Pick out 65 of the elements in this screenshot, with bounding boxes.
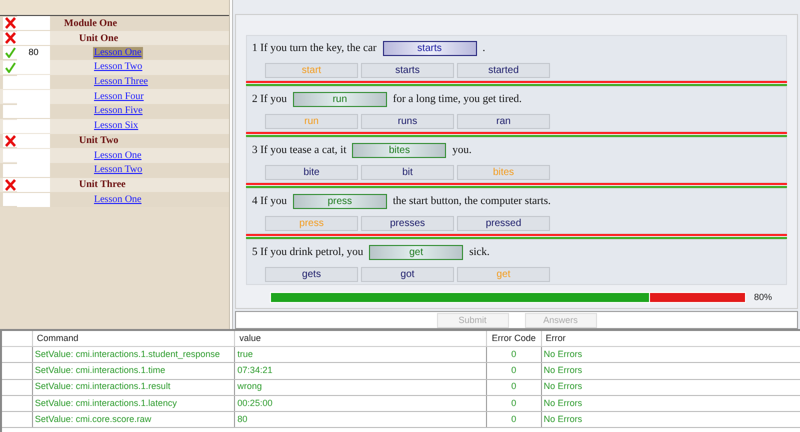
question-text: for a long time, you get tired. <box>392 92 522 107</box>
column-header[interactable]: Command <box>32 331 234 346</box>
table-cell: SetValue: cmi.core.score.raw <box>32 412 234 428</box>
question-text: sick. <box>469 244 490 260</box>
tree-node-label[interactable]: Unit One <box>78 30 120 46</box>
lesson-link[interactable]: Lesson One <box>93 194 142 206</box>
lesson-link[interactable]: Lesson Two <box>93 164 144 176</box>
column-header[interactable]: Error Code <box>486 331 541 346</box>
table-cell: 00:25:00 <box>234 396 486 412</box>
question-text: 4 If you <box>252 194 287 209</box>
question-text: you. <box>452 142 472 158</box>
question-text: 5 If you drink petrol, you <box>252 244 364 260</box>
table-cell: No Errors <box>540 412 800 428</box>
lesson-link[interactable]: Lesson Two <box>93 61 144 74</box>
option-button[interactable]: presses <box>361 216 454 231</box>
question-text: 3 If you tease a cat, it <box>252 142 346 158</box>
answer-field[interactable]: bites <box>352 142 446 158</box>
table-cell: No Errors <box>540 396 800 412</box>
option-button[interactable]: started <box>457 63 550 78</box>
tree-node-label[interactable]: Module One <box>63 16 118 31</box>
option-button[interactable]: ran <box>457 114 550 129</box>
table-cell: SetValue: cmi.interactions.1.latency <box>32 396 234 412</box>
table-cell: SetValue: cmi.interactions.1.result <box>32 380 234 395</box>
option-button[interactable]: bit <box>361 165 454 180</box>
table-cell: No Errors <box>540 380 800 395</box>
lesson-link[interactable]: Lesson Five <box>93 105 144 118</box>
lesson-link[interactable]: Lesson Four <box>93 90 145 103</box>
table-cell: No Errors <box>540 363 800 379</box>
column-header[interactable]: Error <box>540 331 800 346</box>
table-cell: 0 <box>486 396 541 412</box>
score-text: 80 <box>28 46 38 59</box>
column-header[interactable]: value <box>234 331 486 346</box>
table-cell: 07:34:21 <box>234 363 486 379</box>
table-cell: 0 <box>486 347 541 362</box>
lesson-link[interactable]: Lesson One <box>93 150 142 162</box>
table-cell: No Errors <box>540 347 800 362</box>
option-button[interactable]: got <box>361 267 454 282</box>
answer-field[interactable]: press <box>292 194 387 208</box>
answer-field[interactable]: get <box>369 244 464 260</box>
option-button[interactable]: pressed <box>457 216 550 231</box>
option-button[interactable]: starts <box>361 63 454 78</box>
answer-field[interactable]: starts <box>382 40 477 56</box>
score-cell <box>17 119 50 134</box>
table-cell: 0 <box>486 380 541 395</box>
lesson-link[interactable]: Lesson Six <box>93 120 140 132</box>
lesson-link[interactable]: Lesson Three <box>93 76 149 88</box>
option-button[interactable]: bite <box>265 165 358 180</box>
score-percent: 80% <box>754 291 772 304</box>
table-cell: SetValue: cmi.interactions.1.student_response <box>32 347 234 362</box>
table-cell: 0 <box>486 363 541 379</box>
question-text: . <box>482 40 486 56</box>
table-cell: SetValue: cmi.interactions.1.time <box>32 363 234 379</box>
table-cell: 0 <box>486 412 541 428</box>
option-button[interactable]: runs <box>361 114 454 129</box>
question-text: the start button, the computer starts. <box>392 194 551 209</box>
question-text: 2 If you <box>252 92 287 107</box>
option-button[interactable]: gets <box>265 267 358 282</box>
table-cell: wrong <box>234 380 486 395</box>
answer-field[interactable]: run <box>292 92 387 106</box>
score-cell <box>17 192 50 207</box>
score-cell <box>17 75 50 90</box>
table-cell: 80 <box>234 412 486 428</box>
table-cell: true <box>234 347 486 362</box>
question-text: 1 If you turn the key, the car <box>252 40 377 56</box>
tree-node-label[interactable]: Unit Two <box>78 133 120 148</box>
